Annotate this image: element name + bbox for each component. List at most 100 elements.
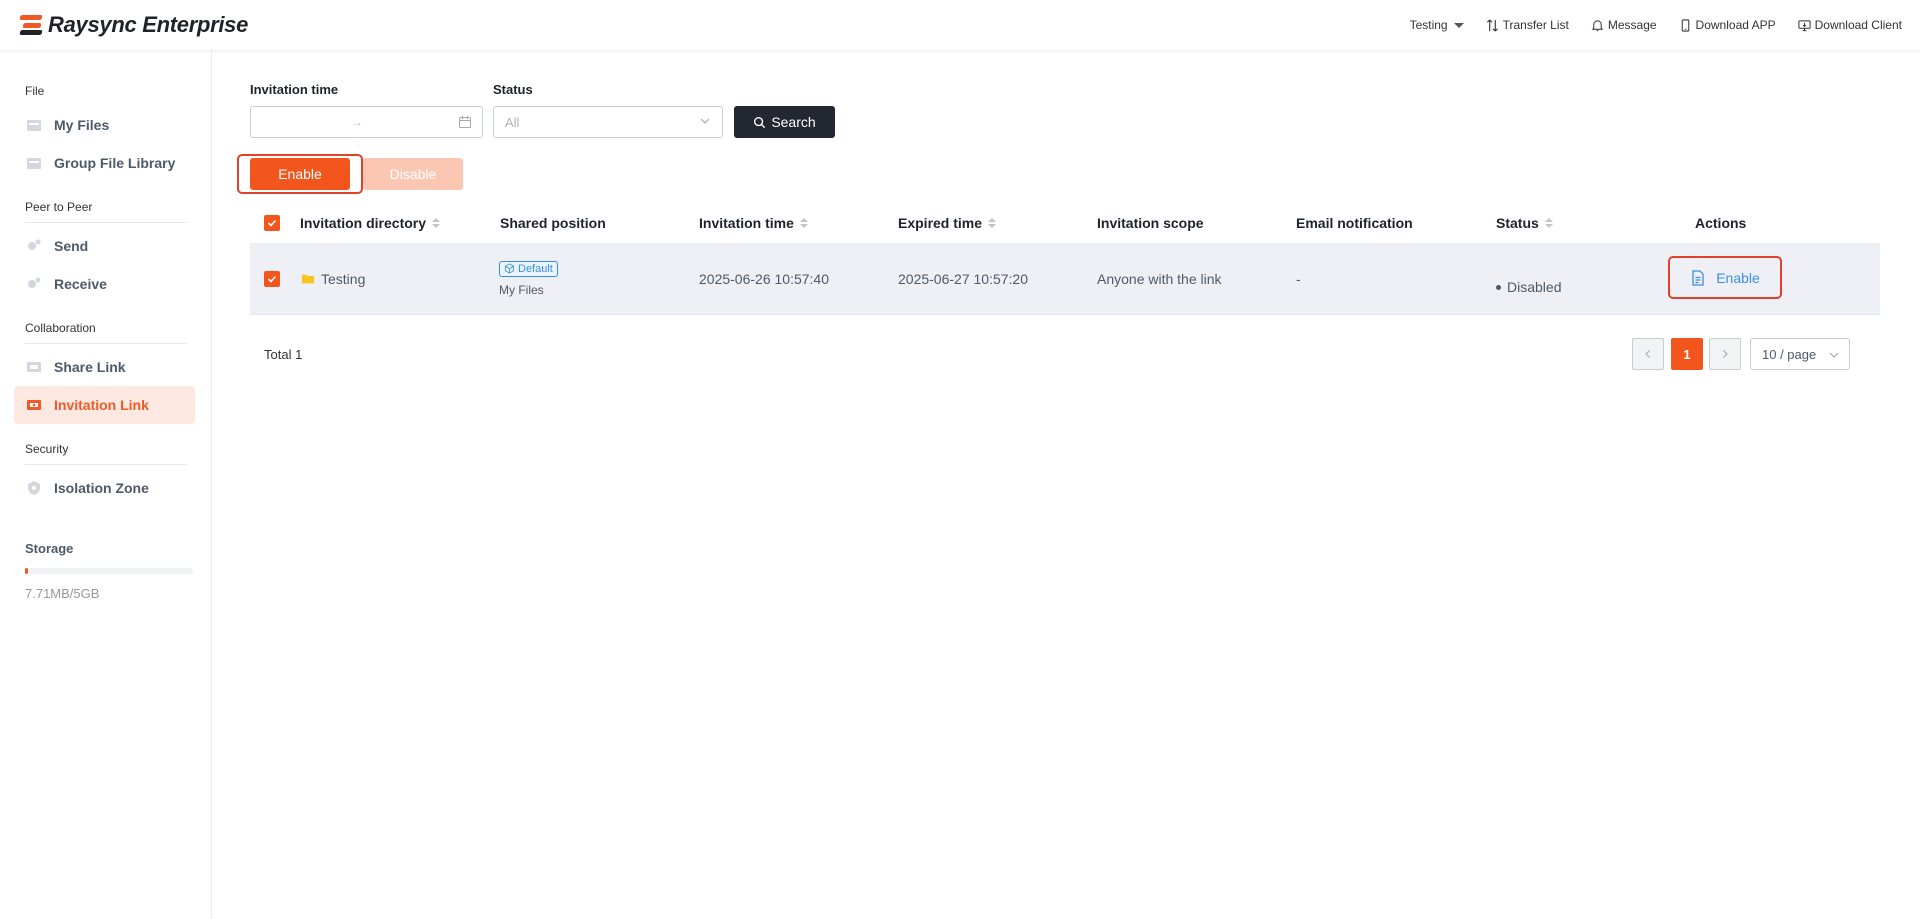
document-icon [1692,269,1704,286]
shared-position-text: My Files [499,282,544,297]
row-email: - [1296,270,1301,287]
monitor-icon [1798,19,1811,31]
row-expired-time: 2025-06-27 10:57:20 [898,270,1028,287]
check-icon [267,275,277,283]
col-status[interactable]: Status [1496,215,1553,231]
select-all-checkbox[interactable] [264,215,280,231]
group-title-peer: Peer to Peer [25,200,93,214]
transfer-icon [1486,19,1498,31]
chevron-left-icon [1645,350,1650,358]
chevron-down-icon [1829,352,1839,358]
invitation-table: Invitation directory Shared position Inv… [250,203,1880,315]
divider [25,222,187,223]
prev-page-button[interactable] [1632,338,1664,370]
message-label: Message [1607,18,1657,32]
header-actions: Testing Transfer List Message Download A… [1410,18,1912,32]
sidebar-item-isolation-zone[interactable]: Isolation Zone [14,469,195,507]
col-invitation-time-label: Invitation time [699,215,794,231]
row-shared-position: Default My Files [499,260,558,297]
bulk-enable-button[interactable]: Enable [250,158,350,190]
sidebar-item-label: Send [54,238,89,254]
status-text: Disabled [1507,279,1562,295]
page-button-1[interactable]: 1 [1671,338,1703,370]
sidebar-item-label: Invitation Link [54,397,149,413]
col-scope: Invitation scope [1097,215,1204,231]
sidebar-item-invitation-link[interactable]: Invitation Link [14,386,195,424]
status-label: Status [493,82,533,97]
col-directory-label: Invitation directory [300,215,427,231]
bulk-disable-button[interactable]: Disable [363,158,463,190]
table-row[interactable]: Testing Default My Files 2025-06-26 10:5… [250,243,1880,315]
row-status: Disabled [1496,279,1561,295]
checkbox [264,215,280,231]
sort-icon [432,218,441,228]
row-scope: Anyone with the link [1097,270,1222,287]
row-directory[interactable]: Testing [300,271,365,287]
transfer-list-button[interactable]: Transfer List [1486,18,1569,32]
search-icon [754,116,766,128]
phone-icon [1681,18,1689,32]
col-expired-time[interactable]: Expired time [898,215,997,231]
storage-used: 7.71MB/5GB [25,586,100,601]
col-status-label: Status [1496,215,1539,231]
raysync-logo-icon [19,14,43,36]
status-select[interactable]: All [493,106,723,138]
sidebar-item-share-link[interactable]: Share Link [14,348,195,386]
sort-icon [1544,218,1553,228]
group-title-collaboration: Collaboration [25,321,96,335]
sidebar-item-receive[interactable]: Receive [14,265,195,303]
download-app-label: Download APP [1695,18,1776,32]
col-directory[interactable]: Invitation directory [300,215,441,231]
status-dot [1496,284,1501,290]
col-invitation-time[interactable]: Invitation time [699,215,808,231]
row-enable-action[interactable]: Enable [1668,256,1782,299]
send-icon [28,239,41,250]
row-invitation-time: 2025-06-26 10:57:40 [699,270,829,287]
check-icon [267,219,277,227]
library-icon [27,158,41,169]
group-title-file: File [25,84,45,98]
message-button[interactable]: Message [1591,18,1657,32]
table-header: Invitation directory Shared position Inv… [250,203,1880,243]
col-actions: Actions [1695,215,1747,231]
col-shared-position: Shared position [500,215,606,231]
badge-label: Default [518,262,553,275]
sidebar-item-group-file-library[interactable]: Group File Library [14,144,195,182]
row-checkbox[interactable] [264,270,280,287]
col-expired-time-label: Expired time [898,215,983,231]
shield-icon [28,481,40,495]
divider [25,343,187,344]
status-select-value: All [505,114,520,130]
sidebar-item-send[interactable]: Send [14,227,195,265]
transfer-list-label: Transfer List [1502,18,1569,32]
storage-title: Storage [25,541,74,556]
chevron-right-icon [1723,350,1728,358]
top-bar: Raysync Enterprise Testing Transfer List… [0,0,1920,50]
invitation-link-icon [27,400,41,410]
directory-name: Testing [321,270,366,287]
storage-bar [25,568,193,574]
main-content: Invitation time Status → All Search Enab… [213,50,1920,919]
search-button-label: Search [771,114,816,130]
folder-icon [301,274,315,283]
page-size-select[interactable]: 10 / page [1750,338,1850,370]
app-title: Raysync Enterprise [48,12,249,37]
download-app-button[interactable]: Download APP [1679,18,1776,32]
sidebar-item-my-files[interactable]: My Files [14,106,195,144]
divider [25,464,187,465]
next-page-button[interactable] [1709,338,1741,370]
share-link-icon [27,362,41,372]
sidebar-item-label: Receive [54,276,107,292]
caret-down-icon [1453,22,1464,28]
download-client-button[interactable]: Download Client [1798,18,1902,32]
sidebar: File My Files Group File Library Peer to… [0,50,212,919]
bell-icon [1591,19,1604,31]
calendar-icon [459,116,471,128]
date-range-picker[interactable]: → [250,106,483,138]
user-menu[interactable]: Testing [1410,18,1464,32]
group-title-security: Security [25,442,69,456]
col-email: Email notification [1296,215,1413,231]
sort-icon [799,218,808,228]
search-button[interactable]: Search [734,106,835,138]
logo[interactable]: Raysync Enterprise [19,12,249,38]
